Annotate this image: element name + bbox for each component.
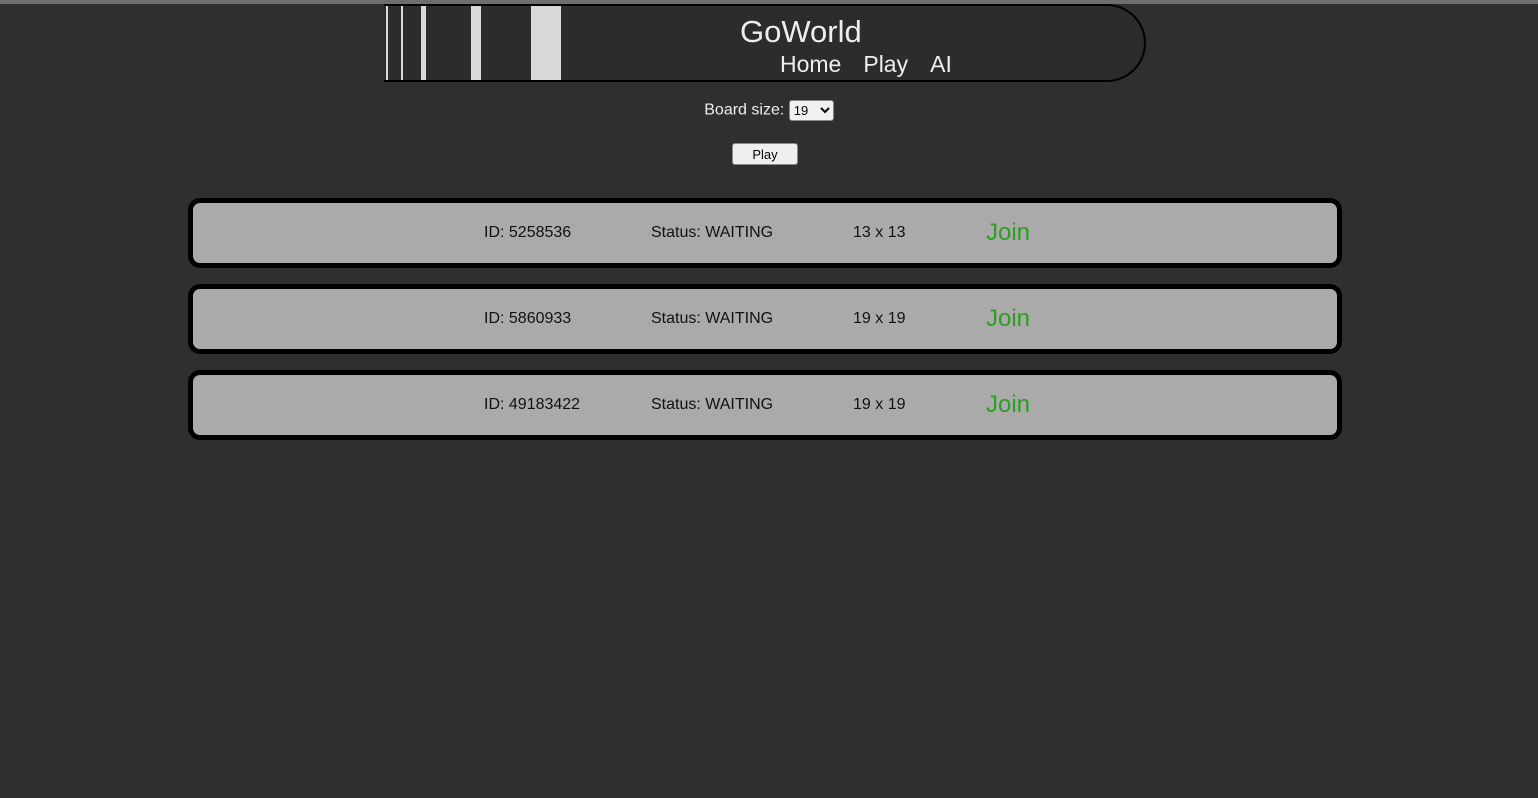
join-button[interactable]: Join: [986, 219, 1046, 247]
site-header: GoWorld Home Play AI: [384, 4, 1146, 82]
game-id: ID: 5860933: [484, 310, 572, 327]
play-button[interactable]: Play: [732, 143, 798, 165]
game-card: ID: 49183422 Status: WAITING 19 x 19 Joi…: [188, 370, 1342, 440]
game-board-size: 19 x 19: [853, 310, 906, 327]
game-board-size: 13 x 13: [853, 224, 906, 241]
game-id: ID: 49183422: [484, 396, 581, 413]
header-stripe: [471, 6, 481, 80]
game-card: ID: 5860933 Status: WAITING 19 x 19 Join: [188, 284, 1342, 354]
game-card: ID: 5258536 Status: WAITING 13 x 13 Join: [188, 198, 1342, 268]
join-button[interactable]: Join: [986, 391, 1046, 419]
site-title: GoWorld: [740, 14, 862, 49]
games-list: ID: 5258536 Status: WAITING 13 x 13 Join…: [188, 198, 1342, 456]
game-board-size: 19 x 19: [853, 396, 906, 413]
header-stripe: [421, 6, 426, 80]
game-id: ID: 5258536: [484, 224, 572, 241]
board-size-row: Board size: 19: [0, 100, 1538, 121]
board-size-select[interactable]: 19: [788, 100, 834, 121]
game-status: Status: WAITING: [651, 310, 774, 327]
nav-ai[interactable]: AI: [930, 51, 952, 78]
header-stripe: [401, 6, 403, 80]
board-size-label: Board size:: [704, 101, 785, 119]
nav-play[interactable]: Play: [863, 51, 908, 78]
join-button[interactable]: Join: [986, 305, 1046, 333]
header-stripe: [531, 6, 561, 80]
game-status: Status: WAITING: [651, 396, 774, 413]
main-nav: Home Play AI: [780, 51, 952, 78]
nav-home[interactable]: Home: [780, 51, 841, 78]
game-status: Status: WAITING: [651, 224, 774, 241]
header-stripe: [386, 6, 388, 80]
